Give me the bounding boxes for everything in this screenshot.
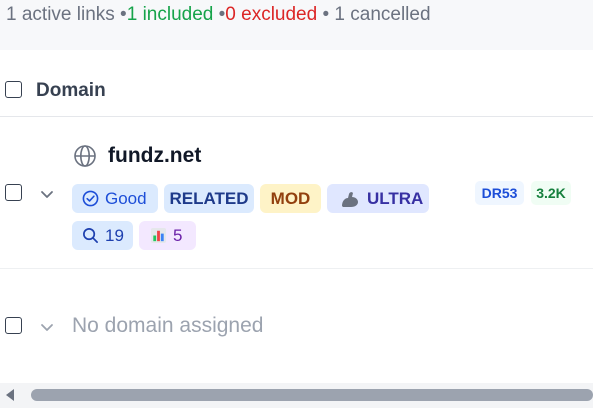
domain-column-header[interactable]: Domain — [36, 80, 106, 102]
table-header: Domain — [0, 66, 593, 117]
excluded-count[interactable]: 0 excluded — [225, 4, 317, 25]
chart-count-badge: 5 — [139, 221, 196, 250]
scroll-left-arrow-icon[interactable] — [6, 389, 14, 401]
separator: • — [213, 4, 226, 25]
domain-rating-badge: DR53 — [475, 181, 524, 205]
quality-label: Good — [105, 189, 147, 208]
relation-badge: RELATED — [164, 184, 254, 213]
included-count[interactable]: 1 included — [127, 4, 214, 25]
quality-badge: Good — [72, 184, 158, 213]
select-all-checkbox[interactable] — [5, 81, 22, 98]
chevron-down-icon[interactable] — [39, 319, 55, 335]
chevron-down-icon[interactable] — [39, 186, 55, 202]
relation-label: RELATED — [169, 189, 249, 208]
table-row: fundz.net Good RELATED MOD ULTRA 19 5 DR… — [0, 118, 593, 269]
flexed-bicep-icon — [342, 191, 358, 207]
no-domain-placeholder: No domain assigned — [72, 314, 264, 337]
separator: • — [317, 4, 335, 25]
bar-chart-icon — [150, 227, 167, 244]
globe-icon — [74, 145, 96, 167]
tier-badge: ULTRA — [327, 184, 429, 213]
scrollbar-thumb[interactable] — [31, 389, 593, 401]
cancelled-count: 1 cancelled — [334, 4, 431, 25]
tier-label: ULTRA — [367, 189, 424, 208]
check-circle-icon — [82, 190, 99, 207]
moderation-badge: MOD — [260, 184, 321, 213]
row-checkbox[interactable] — [5, 317, 22, 334]
active-count: 1 active links — [6, 4, 115, 25]
moderation-label: MOD — [270, 189, 311, 208]
link-summary: 1 active links •1 included •0 excluded •… — [6, 4, 431, 26]
search-count-badge: 19 — [72, 221, 133, 250]
search-count: 19 — [105, 226, 124, 245]
horizontal-scrollbar[interactable] — [0, 383, 593, 408]
table-row: No domain assigned — [0, 295, 593, 365]
traffic-badge: 3.2K — [531, 181, 571, 205]
search-icon — [83, 228, 98, 243]
separator: • — [114, 4, 127, 25]
domain-name[interactable]: fundz.net — [108, 144, 201, 168]
chart-count: 5 — [173, 226, 183, 245]
row-checkbox[interactable] — [5, 184, 22, 201]
summary-bar: 1 active links •1 included •0 excluded •… — [0, 0, 593, 50]
